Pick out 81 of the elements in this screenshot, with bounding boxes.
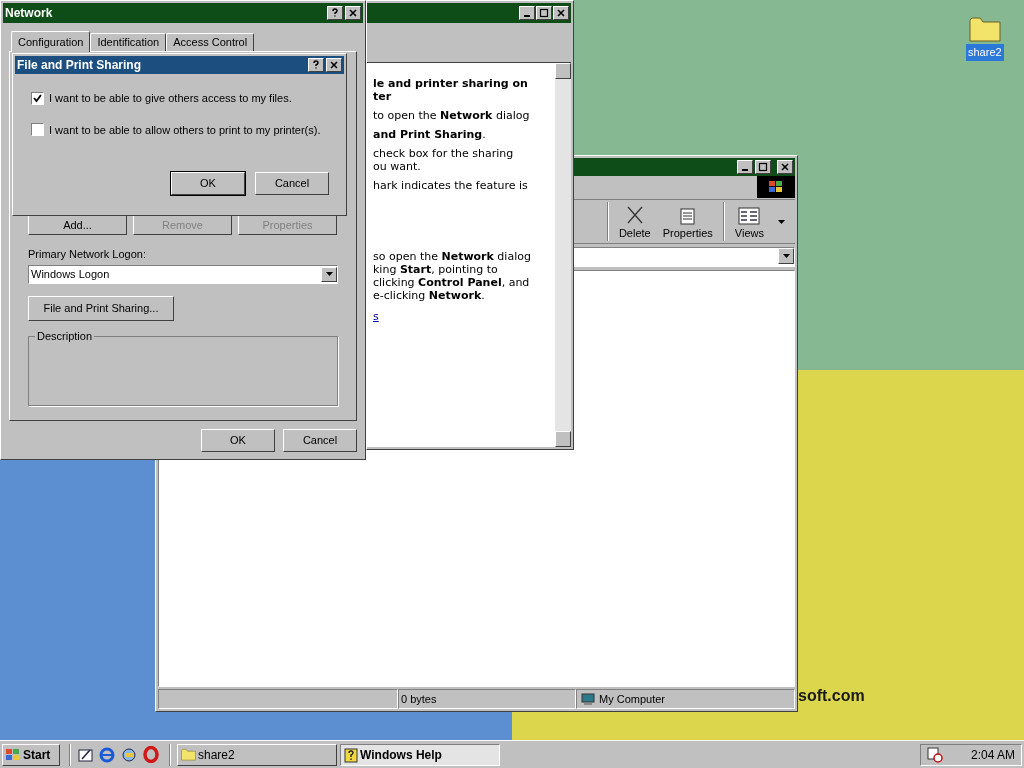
dropdown-button[interactable] — [321, 266, 337, 282]
close-button[interactable] — [326, 58, 342, 72]
help-text: hark indicates the feature is — [373, 179, 528, 192]
show-desktop-icon[interactable] — [78, 746, 94, 763]
desktop-icon-label[interactable]: share2 — [966, 44, 1004, 61]
maximize-icon — [758, 162, 768, 172]
checkbox[interactable] — [31, 123, 44, 137]
browser-icon[interactable] — [99, 746, 116, 763]
help-text: le and printer sharing on — [373, 77, 528, 90]
close-icon — [556, 8, 566, 18]
help-text: clicking Control Panel, and — [373, 276, 530, 289]
help-text: to open the Network dialog — [373, 109, 530, 122]
close-icon — [329, 60, 339, 70]
ring-icon[interactable] — [143, 746, 159, 763]
windows-logo-icon — [5, 747, 21, 762]
computer-icon — [581, 692, 595, 706]
scheduler-icon[interactable] — [927, 746, 943, 763]
clock: 2:04 AM — [970, 746, 1015, 764]
field-label: Primary Network Logon: — [28, 247, 146, 262]
minimize-icon — [742, 169, 748, 171]
help-text: e-clicking Network. — [373, 289, 485, 302]
close-button[interactable] — [777, 160, 793, 174]
close-button[interactable] — [553, 6, 569, 20]
question-mark-icon — [330, 8, 340, 18]
window-title: Network — [5, 5, 53, 22]
close-icon — [780, 162, 790, 172]
window-title: File and Print Sharing — [17, 57, 141, 74]
help-text: king Start, pointing to — [373, 263, 498, 276]
dropdown-arrow-icon — [325, 272, 333, 276]
status-bar-panel: 0 bytes — [398, 689, 576, 709]
help-text: ter — [373, 90, 392, 103]
question-mark-icon — [311, 60, 321, 70]
wallpaper-text: soft.com — [798, 686, 865, 706]
toolbar-button[interactable]: Views — [728, 200, 770, 243]
close-button[interactable] — [345, 6, 361, 20]
scrollbar[interactable] — [555, 63, 571, 447]
help-text: so open the Network dialog — [373, 250, 531, 263]
dialog-button[interactable]: OK — [171, 172, 245, 195]
close-icon — [348, 8, 358, 18]
minimize-icon — [524, 15, 530, 17]
channels-icon[interactable] — [121, 746, 138, 763]
dropdown-arrow-icon — [782, 254, 790, 258]
toolbar-button[interactable]: Delete — [612, 200, 657, 243]
scroll-down-button[interactable] — [555, 431, 571, 447]
views-icon — [738, 206, 761, 225]
minimize-button[interactable] — [519, 6, 535, 20]
help-text: ou want. — [373, 160, 421, 173]
taskbar-button[interactable]: Windows Help — [340, 743, 500, 766]
tab[interactable]: Configuration — [11, 31, 91, 52]
help-button[interactable] — [327, 6, 343, 20]
start-button[interactable]: Start — [2, 743, 60, 766]
tab[interactable]: Identification — [90, 33, 167, 51]
tab[interactable]: Access Control — [166, 33, 255, 51]
help-button[interactable] — [308, 58, 324, 72]
dialog-button[interactable]: Cancel — [283, 429, 357, 452]
help-text: and Print Sharing. — [373, 128, 486, 141]
dropdown-arrow-icon[interactable] — [778, 219, 785, 224]
help-text: check box for the sharing — [373, 147, 514, 160]
group-label: Description — [35, 329, 95, 342]
checkbox-label[interactable]: I want to be able to allow others to print to my printer(s). — [49, 121, 321, 138]
dialog-button[interactable]: Cancel — [255, 172, 329, 195]
folder-icon — [181, 748, 196, 761]
minimize-button[interactable] — [737, 160, 753, 174]
logon-select[interactable]: Windows Logon — [28, 264, 338, 284]
maximize-button[interactable] — [536, 6, 552, 20]
help-link[interactable]: s — [373, 310, 379, 323]
help-book-icon — [344, 746, 358, 763]
dialog-button[interactable]: OK — [201, 429, 275, 452]
toolbar-button[interactable]: Properties — [656, 200, 719, 243]
scroll-up-button[interactable] — [555, 63, 571, 79]
sharing-button[interactable]: File and Print Sharing... — [28, 295, 174, 321]
dropdown-button[interactable] — [778, 248, 794, 264]
dialog-button[interactable]: Add... — [28, 215, 127, 235]
windows-logo-icon — [768, 180, 784, 194]
checkbox-label[interactable]: I want to be able to give others access to my files. — [49, 90, 292, 107]
maximize-icon — [539, 8, 549, 18]
folder-icon — [968, 16, 1001, 42]
status-text: My Computer — [599, 691, 666, 707]
checkbox[interactable] — [31, 91, 44, 105]
taskbar-button[interactable]: share2 — [177, 743, 337, 766]
maximize-button[interactable] — [755, 160, 771, 174]
